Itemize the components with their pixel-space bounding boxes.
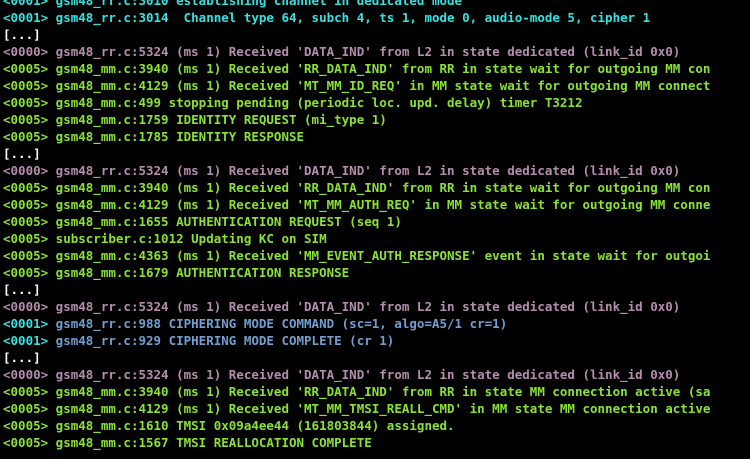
log-level-tag: <0005> xyxy=(3,180,49,195)
ellipsis-text: [...] xyxy=(3,27,41,42)
ellipsis-text: [...] xyxy=(3,350,41,365)
log-level-tag: <0005> xyxy=(3,231,49,246)
log-level-tag: <0001> xyxy=(3,0,49,8)
log-message: gsm48_rr.c:5324 (ms 1) Received 'DATA_IN… xyxy=(48,44,681,59)
log-line: <0001> gsm48_rr.c:3014 Channel type 64, … xyxy=(3,9,750,26)
log-level-tag: <0000> xyxy=(3,163,49,178)
log-line: <0001> gsm48_rr.c:929 CIPHERING MODE COM… xyxy=(3,332,750,349)
log-line: <0005> gsm48_mm.c:4129 (ms 1) Received '… xyxy=(3,400,750,417)
log-line: <0005> gsm48_mm.c:1679 AUTHENTICATION RE… xyxy=(3,264,750,281)
log-level-tag: <0005> xyxy=(3,214,49,229)
log-line: <0001> gsm48_rr.c:3010 establishing chan… xyxy=(3,0,750,9)
log-line: <0005> gsm48_mm.c:1610 TMSI 0x09a4ee44 (… xyxy=(3,417,750,434)
log-message: gsm48_mm.c:1785 IDENTITY RESPONSE xyxy=(48,129,305,144)
log-line: <0005> gsm48_mm.c:4129 (ms 1) Received '… xyxy=(3,77,750,94)
log-line: <0005> gsm48_mm.c:1759 IDENTITY REQUEST … xyxy=(3,111,750,128)
log-message: gsm48_mm.c:1610 TMSI 0x09a4ee44 (1618038… xyxy=(48,418,455,433)
log-ellipsis: [...] xyxy=(3,26,750,43)
log-ellipsis: [...] xyxy=(3,349,750,366)
log-message: gsm48_mm.c:4363 (ms 1) Received 'MM_EVEN… xyxy=(48,248,711,263)
log-message: gsm48_mm.c:4129 (ms 1) Received 'MT_MM_A… xyxy=(48,197,711,212)
ellipsis-text: [...] xyxy=(3,282,41,297)
log-message: gsm48_rr.c:5324 (ms 1) Received 'DATA_IN… xyxy=(48,367,681,382)
log-level-tag: <0005> xyxy=(3,418,49,433)
log-line: <0000> gsm48_rr.c:5324 (ms 1) Received '… xyxy=(3,366,750,383)
log-level-tag: <0005> xyxy=(3,78,49,93)
log-level-tag: <0005> xyxy=(3,435,49,450)
log-message: gsm48_mm.c:1679 AUTHENTICATION RESPONSE xyxy=(48,265,350,280)
log-line: <0001> gsm48_rr.c:988 CIPHERING MODE COM… xyxy=(3,315,750,332)
log-message: gsm48_mm.c:3940 (ms 1) Received 'RR_DATA… xyxy=(48,61,711,76)
log-ellipsis: [...] xyxy=(3,281,750,298)
log-level-tag: <0005> xyxy=(3,112,49,127)
log-line: <0005> gsm48_mm.c:1567 TMSI REALLOCATION… xyxy=(3,434,750,451)
log-level-tag: <0000> xyxy=(3,44,49,59)
log-message: subscriber.c:1012 Updating KC on SIM xyxy=(48,231,327,246)
log-level-tag: <0001> xyxy=(3,316,49,331)
log-message: gsm48_rr.c:5324 (ms 1) Received 'DATA_IN… xyxy=(48,299,681,314)
log-level-tag: <0000> xyxy=(3,367,49,382)
log-line: <0000> gsm48_rr.c:5324 (ms 1) Received '… xyxy=(3,298,750,315)
log-message: gsm48_mm.c:499 stopping pending (periodi… xyxy=(48,95,583,110)
log-level-tag: <0005> xyxy=(3,384,49,399)
ellipsis-text: [...] xyxy=(3,146,41,161)
log-message: gsm48_rr.c:3010 establishing channel in … xyxy=(48,0,463,8)
log-level-tag: <0005> xyxy=(3,401,49,416)
log-level-tag: <0005> xyxy=(3,197,49,212)
log-line: <0005> gsm48_mm.c:1655 AUTHENTICATION RE… xyxy=(3,213,750,230)
log-level-tag: <0005> xyxy=(3,265,49,280)
log-message: gsm48_mm.c:4129 (ms 1) Received 'MT_MM_I… xyxy=(48,78,711,93)
log-level-tag: <0005> xyxy=(3,129,49,144)
log-message: gsm48_mm.c:4129 (ms 1) Received 'MT_MM_T… xyxy=(48,401,711,416)
log-level-tag: <0000> xyxy=(3,299,49,314)
log-level-tag: <0001> xyxy=(3,10,49,25)
log-line: <0005> gsm48_mm.c:4363 (ms 1) Received '… xyxy=(3,247,750,264)
log-ellipsis: [...] xyxy=(3,145,750,162)
log-line: <0000> gsm48_rr.c:5324 (ms 1) Received '… xyxy=(3,43,750,60)
log-line: <0000> gsm48_rr.c:5324 (ms 1) Received '… xyxy=(3,162,750,179)
log-message: gsm48_mm.c:1655 AUTHENTICATION REQUEST (… xyxy=(48,214,402,229)
log-message: gsm48_mm.c:1567 TMSI REALLOCATION COMPLE… xyxy=(48,435,372,450)
log-level-tag: <0005> xyxy=(3,61,49,76)
log-message: gsm48_rr.c:929 CIPHERING MODE COMPLETE (… xyxy=(48,333,395,348)
log-level-tag: <0005> xyxy=(3,95,49,110)
log-line: <0005> gsm48_mm.c:3940 (ms 1) Received '… xyxy=(3,60,750,77)
log-message: gsm48_mm.c:3940 (ms 1) Received 'RR_DATA… xyxy=(48,180,711,195)
log-line: <0005> gsm48_mm.c:3940 (ms 1) Received '… xyxy=(3,383,750,400)
log-message: gsm48_rr.c:5324 (ms 1) Received 'DATA_IN… xyxy=(48,163,681,178)
log-line: <0005> subscriber.c:1012 Updating KC on … xyxy=(3,230,750,247)
log-message: gsm48_mm.c:3940 (ms 1) Received 'RR_DATA… xyxy=(48,384,711,399)
log-level-tag: <0001> xyxy=(3,333,49,348)
log-level-tag: <0005> xyxy=(3,248,49,263)
log-message: gsm48_rr.c:3014 Channel type 64, subch 4… xyxy=(48,10,651,25)
log-line: <0005> gsm48_mm.c:3940 (ms 1) Received '… xyxy=(3,179,750,196)
log-line: <0005> gsm48_mm.c:1785 IDENTITY RESPONSE xyxy=(3,128,750,145)
log-message: gsm48_mm.c:1759 IDENTITY REQUEST (mi_typ… xyxy=(48,112,387,127)
log-line: <0005> gsm48_mm.c:4129 (ms 1) Received '… xyxy=(3,196,750,213)
terminal-window[interactable]: <0001> gsm48_rr.c:3010 establishing chan… xyxy=(0,0,750,459)
log-line: <0005> gsm48_mm.c:499 stopping pending (… xyxy=(3,94,750,111)
log-message: gsm48_rr.c:988 CIPHERING MODE COMMAND (s… xyxy=(48,316,508,331)
